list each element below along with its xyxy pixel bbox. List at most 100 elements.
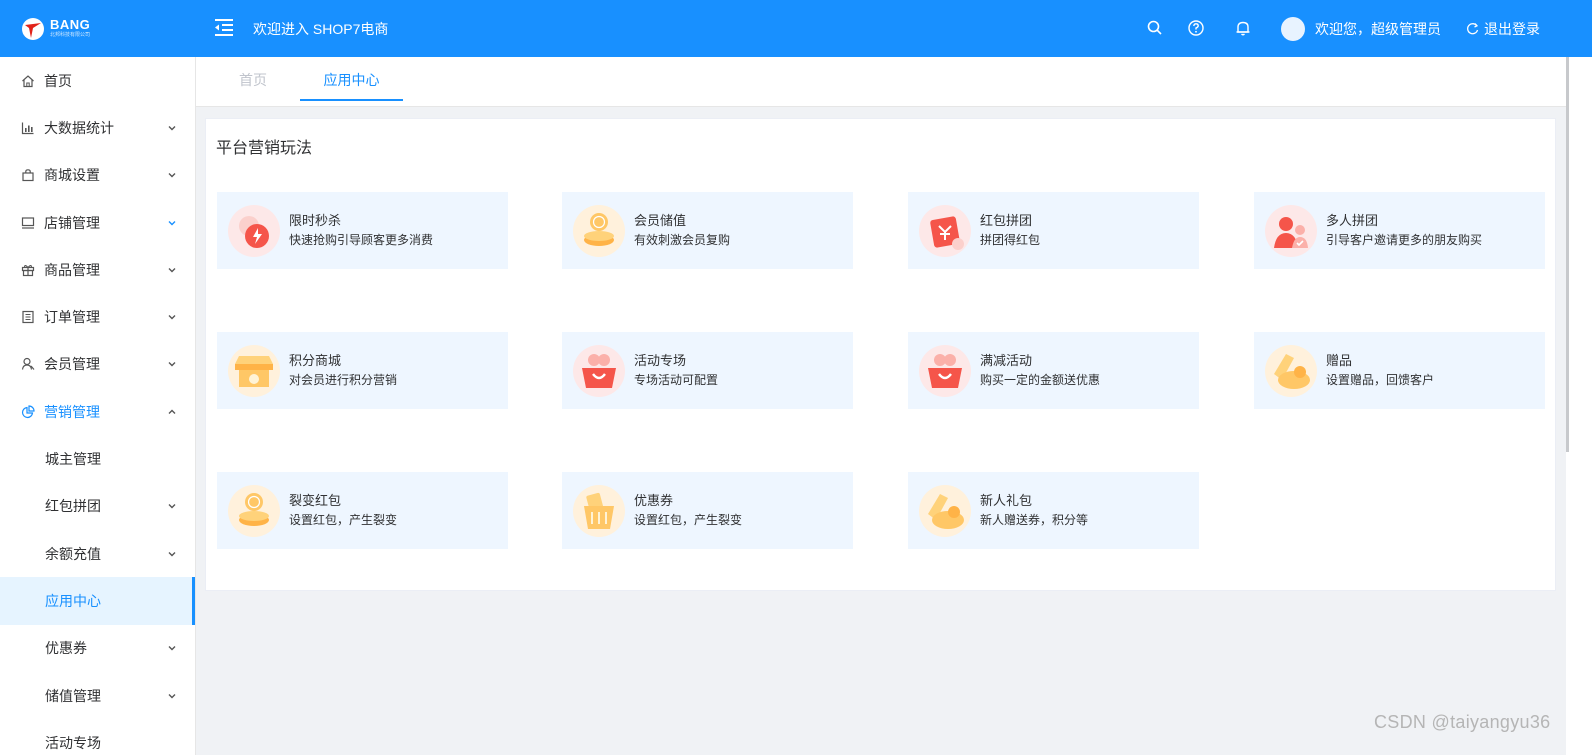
- panel-title: 平台营销玩法: [216, 140, 313, 157]
- flash-sale-icon: [228, 204, 280, 257]
- home-icon: [20, 73, 36, 89]
- tab-bar: 首页 应用中心: [196, 57, 1566, 107]
- sidebar-item-label: 储值管理: [45, 687, 101, 704]
- app-card-points-mall[interactable]: 积分商城 对会员进行积分营销: [217, 332, 508, 409]
- bag-icon: [20, 167, 36, 183]
- gift-hand-icon: [1265, 344, 1317, 397]
- sidebar-subitem-coupons[interactable]: 优惠券: [0, 625, 195, 672]
- sidebar-subitem-red-packet-group[interactable]: 红包拼团: [0, 483, 195, 530]
- top-header: BANG 北邦科技有限公司 欢迎进入 SHOP7电商 欢迎您，超级管理员 退出登…: [0, 0, 1592, 57]
- app-card-fission-red-packet[interactable]: 裂变红包 设置红包，产生裂变: [217, 472, 508, 549]
- sidebar-item-label: 优惠券: [45, 640, 87, 657]
- welcome-text: 欢迎您，超级管理员: [1315, 21, 1441, 37]
- coupon-bag-icon: [573, 484, 625, 537]
- chevron-down-icon: [168, 551, 176, 557]
- gift-hand-icon: [919, 484, 971, 537]
- chevron-down-icon: [168, 220, 176, 226]
- sidebar-item-orders[interactable]: 订单管理: [0, 293, 195, 340]
- sidebar-item-stats[interactable]: 大数据统计: [0, 104, 195, 151]
- card-desc: 设置红包，产生裂变: [289, 513, 398, 527]
- app-card-full-reduction[interactable]: 满减活动 购买一定的金额送优惠: [908, 332, 1199, 409]
- card-name: 优惠券: [634, 493, 674, 508]
- scrollbar-track[interactable]: [1566, 57, 1592, 755]
- logout-icon: [1467, 23, 1479, 35]
- card-name: 赠品: [1326, 353, 1353, 368]
- card-name: 多人拼团: [1326, 213, 1379, 228]
- scrollbar-thumb[interactable]: [1566, 57, 1569, 452]
- sidebar-item-home[interactable]: 首页: [0, 57, 195, 104]
- app-card-member-stored-value[interactable]: 会员储值 有效刺激会员复购: [562, 192, 853, 269]
- sidebar-item-label: 商品管理: [44, 261, 100, 278]
- pie-icon: [20, 404, 36, 420]
- card-name: 限时秒杀: [289, 213, 342, 228]
- header-title: 欢迎进入 SHOP7电商: [253, 21, 389, 37]
- app-card-gifts[interactable]: 赠品 设置赠品，回馈客户: [1254, 332, 1545, 409]
- sidebar-item-store[interactable]: 店铺管理: [0, 199, 195, 246]
- sidebar-item-label: 营销管理: [44, 403, 100, 420]
- app-card-event-venue[interactable]: 活动专场 专场活动可配置: [562, 332, 853, 409]
- sidebar-item-label: 红包拼团: [45, 498, 101, 515]
- app-card-flash-sale[interactable]: 限时秒杀 快速抢购引导顾客更多消费: [217, 192, 508, 269]
- group-users-icon: [1265, 204, 1317, 257]
- bell-icon[interactable]: [1234, 19, 1252, 37]
- app-card-coupons[interactable]: 优惠券 设置红包，产生裂变: [562, 472, 853, 549]
- sidebar-item-mall-settings[interactable]: 商城设置: [0, 152, 195, 199]
- sidebar: 首页 大数据统计 商城设置 店铺管理 商品管理 订单管理 会员管理 营销管理 城…: [0, 57, 196, 755]
- help-icon[interactable]: [1187, 19, 1205, 37]
- chevron-down-icon: [168, 315, 176, 320]
- monitor-icon: [20, 215, 36, 231]
- red-envelope-icon: [919, 204, 971, 257]
- search-icon[interactable]: [1146, 19, 1164, 37]
- coin-stack-icon: [573, 204, 625, 257]
- sidebar-subitem-stored-value[interactable]: 储值管理: [0, 672, 195, 719]
- chevron-down-icon: [168, 693, 176, 698]
- card-desc: 对会员进行积分营销: [289, 373, 398, 387]
- sidebar-subitem-event-venue[interactable]: 活动专场: [0, 719, 195, 755]
- logout-button[interactable]: 退出登录: [1466, 20, 1540, 38]
- chart-icon: [20, 120, 36, 136]
- card-name: 积分商城: [289, 353, 342, 368]
- app-card-red-packet-group[interactable]: 红包拼团 拼团得红包: [908, 192, 1199, 269]
- card-desc: 设置赠品，回馈客户: [1326, 373, 1435, 387]
- card-name: 会员储值: [634, 213, 687, 228]
- card-desc: 拼团得红包: [980, 233, 1041, 247]
- card-desc: 购买一定的金额送优惠: [980, 373, 1101, 387]
- sidebar-item-label: 城主管理: [45, 451, 101, 468]
- marketing-panel: 平台营销玩法 限时秒杀 快速抢购引导顾客更多消费 会员储值 有效刺激会员复购 红…: [205, 118, 1556, 591]
- sidebar-item-marketing[interactable]: 营销管理: [0, 388, 195, 435]
- card-desc: 引导客户邀请更多的朋友购买: [1326, 233, 1483, 247]
- sidebar-item-label: 首页: [44, 72, 72, 89]
- sidebar-item-label: 大数据统计: [44, 119, 114, 136]
- gift-icon: [20, 262, 36, 278]
- sidebar-item-goods[interactable]: 商品管理: [0, 246, 195, 293]
- sidebar-item-label: 店铺管理: [44, 214, 100, 231]
- logo[interactable]: BANG 北邦科技有限公司: [0, 0, 196, 57]
- watermark: CSDN @taiyangyu36: [1374, 712, 1551, 732]
- card-name: 红包拼团: [980, 213, 1033, 228]
- chevron-down-icon: [168, 125, 176, 131]
- card-name: 活动专场: [634, 353, 687, 368]
- avatar[interactable]: [1281, 17, 1305, 41]
- sidebar-subitem-app-center[interactable]: 应用中心: [0, 577, 195, 625]
- card-name: 新人礼包: [980, 493, 1033, 508]
- sidebar-subitem-city-owner[interactable]: 城主管理: [0, 435, 195, 482]
- logo-subtitle: 北邦科技有限公司: [50, 32, 91, 38]
- app-card-newcomer-gift[interactable]: 新人礼包 新人赠送券，积分等: [908, 472, 1199, 549]
- discount-basket-icon: [919, 344, 971, 397]
- tab-home[interactable]: 首页: [238, 57, 268, 101]
- sidebar-subitem-balance-recharge[interactable]: 余额充值: [0, 530, 195, 577]
- gift-basket-icon: [573, 344, 625, 397]
- card-desc: 快速抢购引导顾客更多消费: [289, 233, 434, 247]
- sidebar-item-members[interactable]: 会员管理: [0, 341, 195, 388]
- logout-label: 退出登录: [1484, 21, 1540, 37]
- chevron-down-icon: [168, 504, 176, 509]
- menu-fold-icon[interactable]: [214, 17, 234, 37]
- chevron-down-icon: [168, 646, 176, 651]
- card-desc: 设置红包，产生裂变: [634, 513, 743, 527]
- sidebar-item-label: 商城设置: [44, 167, 100, 184]
- app-card-multi-group[interactable]: 多人拼团 引导客户邀请更多的朋友购买: [1254, 192, 1545, 269]
- chevron-up-icon: [168, 409, 176, 414]
- sidebar-item-label: 应用中心: [45, 592, 101, 609]
- logo-name: BANG: [50, 17, 91, 32]
- tab-app-center[interactable]: 应用中心: [300, 57, 403, 101]
